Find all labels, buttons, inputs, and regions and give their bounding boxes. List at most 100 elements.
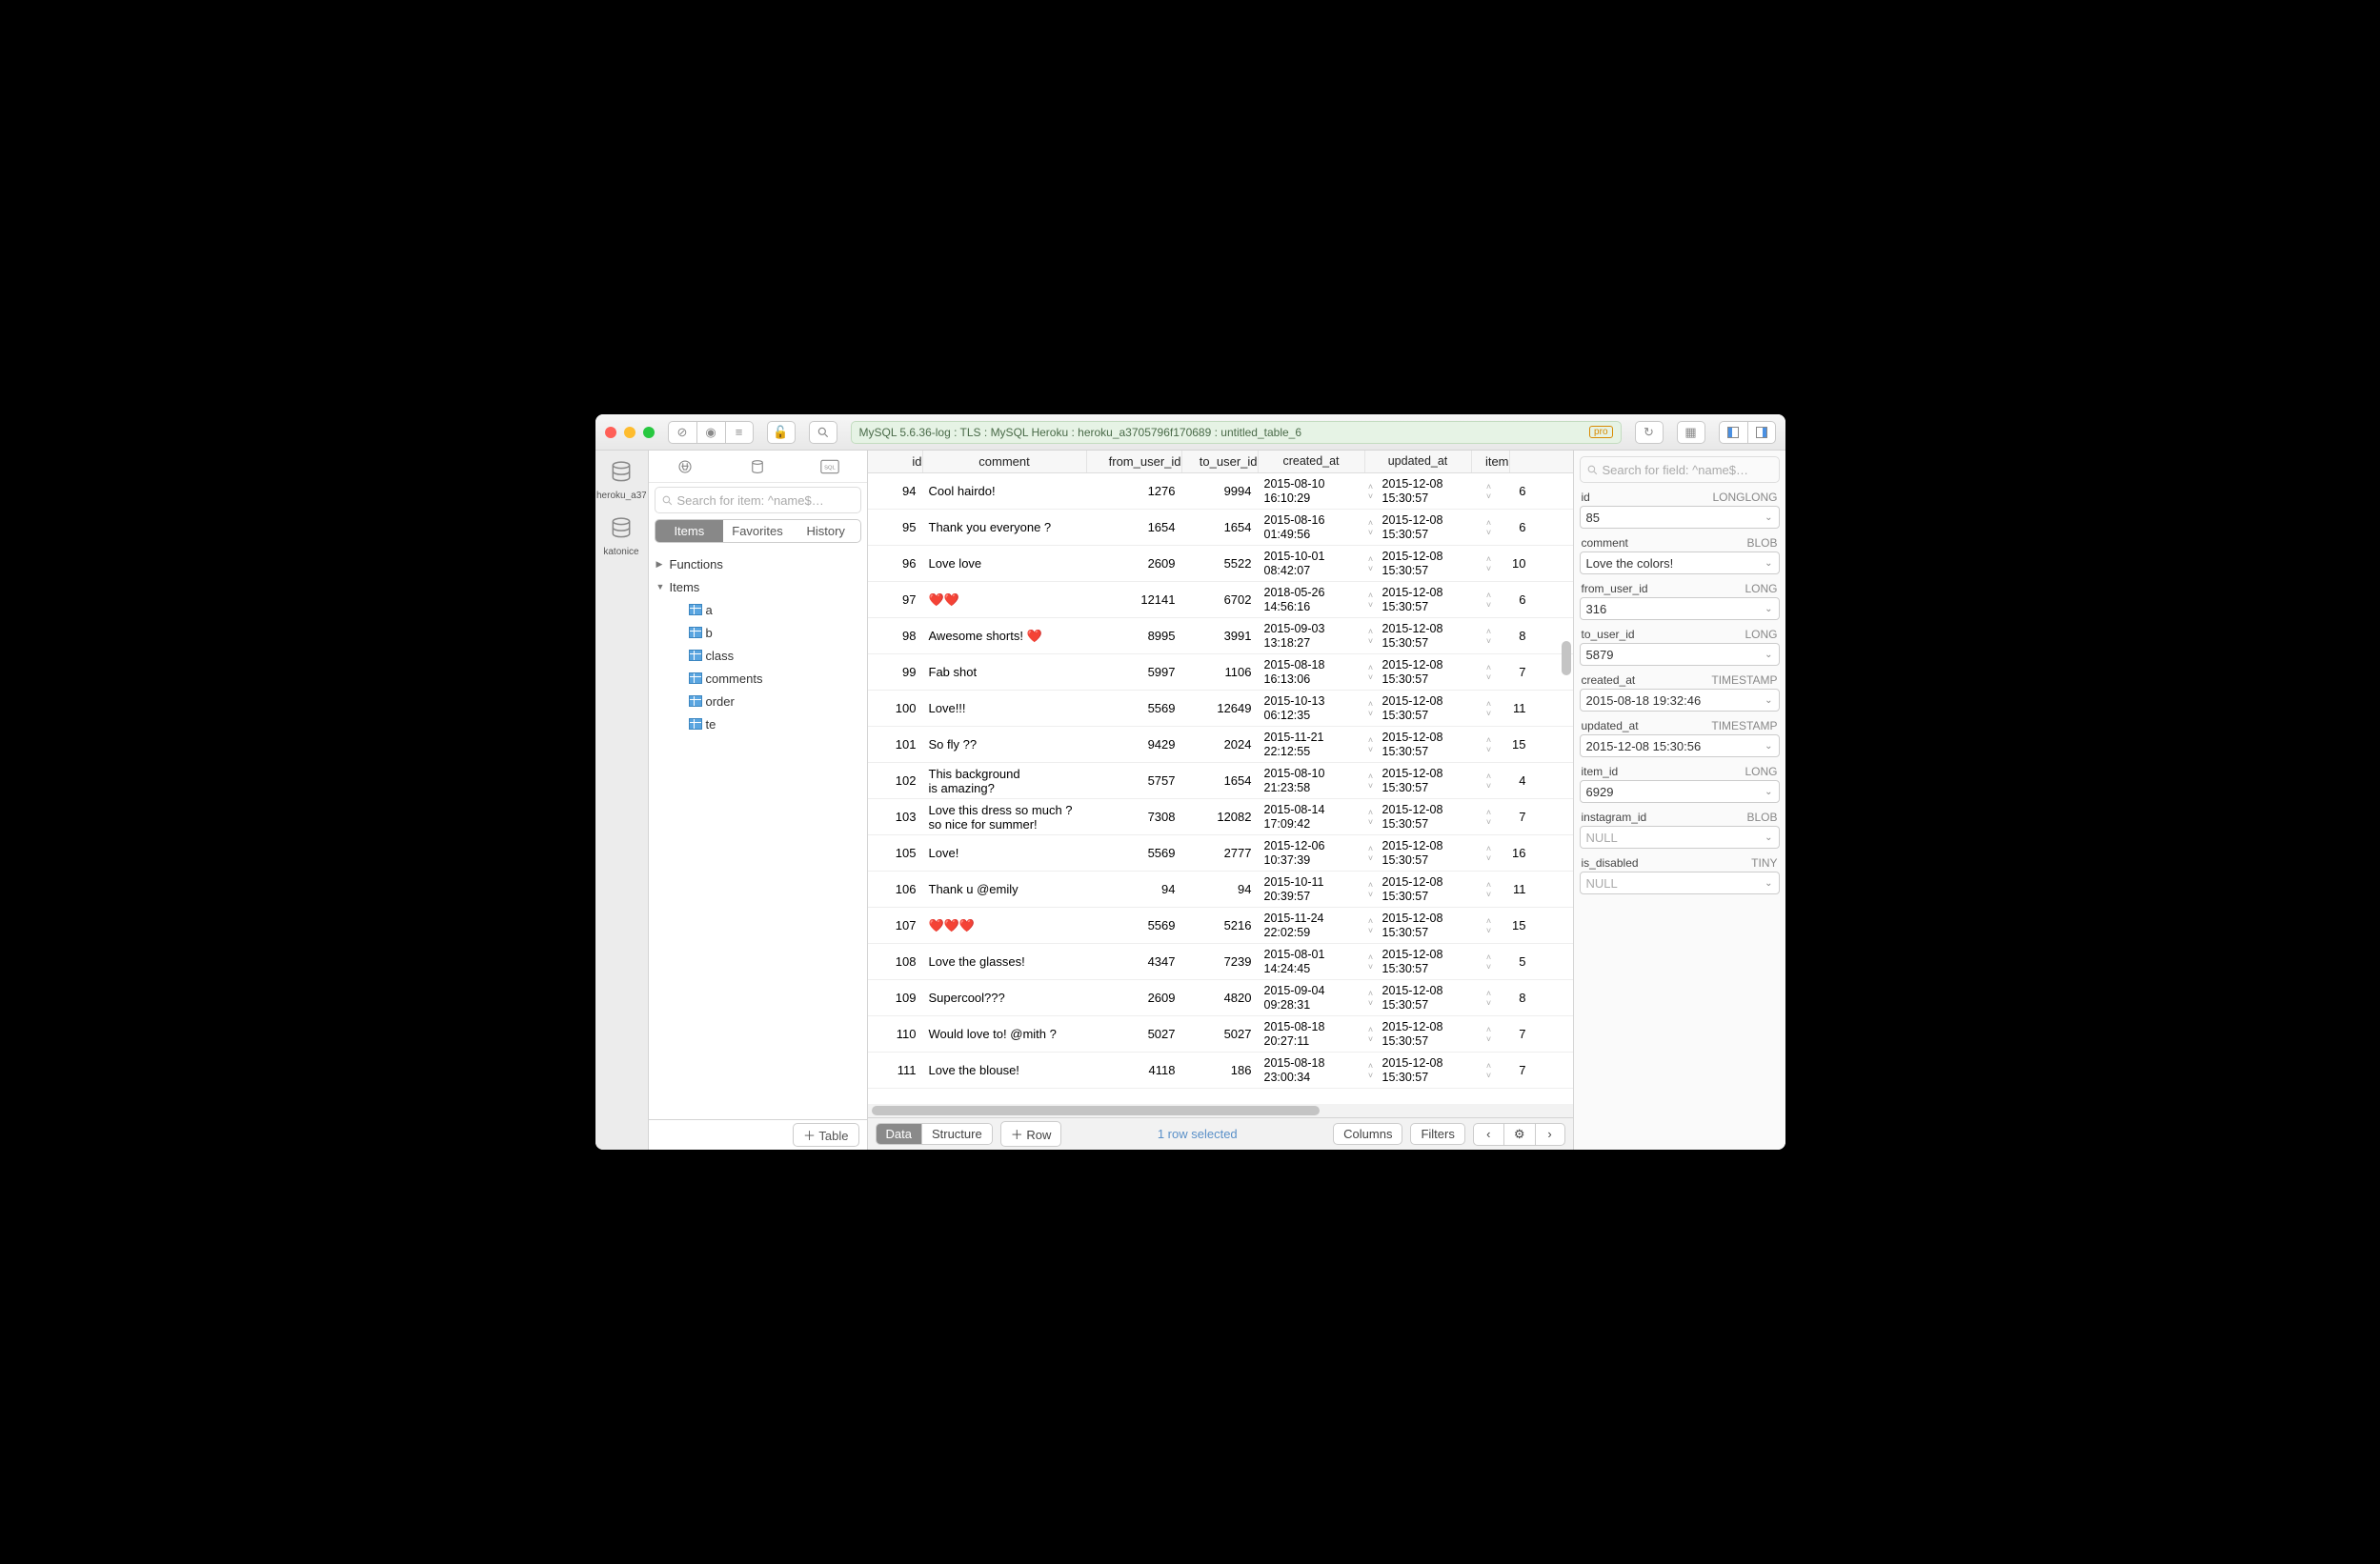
cell-updated[interactable]: 2015-12-08 15:30:57 [1377,872,1483,907]
stepper-icon[interactable]: ˄˅ [1483,546,1495,581]
cell-to[interactable]: 94 [1182,872,1259,907]
refresh-icon[interactable]: ↻ [1635,421,1664,444]
left-panel-toggle[interactable] [1719,421,1747,444]
stepper-icon[interactable]: ˄˅ [1483,872,1495,907]
cell-comment[interactable]: So fly ?? [923,727,1087,762]
database-icon[interactable] [607,458,635,487]
chevron-down-icon[interactable]: ⌄ [1765,695,1772,706]
cell-updated[interactable]: 2015-12-08 15:30:57 [1377,618,1483,653]
cell-item[interactable]: 6 [1495,510,1533,545]
search-item-input[interactable]: Search for item: ^name$… [655,487,861,513]
cell-id[interactable]: 108 [868,944,923,979]
stepper-icon[interactable]: ˄˅ [1483,582,1495,617]
connection-label[interactable]: katonice [596,547,646,557]
cell-updated[interactable]: 2015-12-08 15:30:57 [1377,546,1483,581]
stepper-icon[interactable]: ˄˅ [1365,546,1377,581]
chevron-down-icon[interactable]: ⌄ [1765,741,1772,752]
cell-id[interactable]: 107 [868,908,923,943]
close-window-button[interactable] [605,427,616,438]
cell-updated[interactable]: 2015-12-08 15:30:57 [1377,727,1483,762]
cell-created[interactable]: 2015-11-21 22:12:55 [1259,727,1365,762]
cell-id[interactable]: 98 [868,618,923,653]
stepper-icon[interactable]: ˄˅ [1483,654,1495,690]
cell-id[interactable]: 111 [868,1053,923,1088]
chevron-down-icon[interactable]: ⌄ [1765,558,1772,569]
lock-icon[interactable]: 🔓 [767,421,796,444]
segment-favorites[interactable]: Favorites [723,520,792,542]
cell-to[interactable]: 186 [1182,1053,1259,1088]
cell-from[interactable]: 9429 [1087,727,1182,762]
table-row[interactable]: 101So fly ??942920242015-11-21 22:12:55˄… [868,727,1573,763]
cell-item[interactable]: 11 [1495,872,1533,907]
connection-label[interactable]: heroku_a370579… [596,491,646,501]
cell-id[interactable]: 103 [868,799,923,834]
cell-to[interactable]: 4820 [1182,980,1259,1015]
right-panel-toggle[interactable] [1747,421,1776,444]
cell-to[interactable]: 5027 [1182,1016,1259,1052]
cell-to[interactable]: 12649 [1182,691,1259,726]
cell-item[interactable]: 15 [1495,908,1533,943]
cell-created[interactable]: 2015-08-18 16:13:06 [1259,654,1365,690]
cell-comment[interactable]: Fab shot [923,654,1087,690]
cell-updated[interactable]: 2015-12-08 15:30:57 [1377,980,1483,1015]
cell-item[interactable]: 16 [1495,835,1533,871]
segment-items[interactable]: Items [656,520,724,542]
table-row[interactable]: 105Love!556927772015-12-06 10:37:39˄˅201… [868,835,1573,872]
cell-id[interactable]: 106 [868,872,923,907]
vertical-scrollbar[interactable] [1562,641,1571,675]
sql-icon[interactable]: SQL [818,455,841,478]
cell-created[interactable]: 2018-05-26 14:56:16 [1259,582,1365,617]
cell-created[interactable]: 2015-08-14 17:09:42 [1259,799,1365,834]
stepper-icon[interactable]: ˄˅ [1365,727,1377,762]
stepper-icon[interactable]: ˄˅ [1365,654,1377,690]
cell-updated[interactable]: 2015-12-08 15:30:57 [1377,582,1483,617]
cell-comment[interactable]: Cool hairdo! [923,473,1087,509]
stepper-icon[interactable]: ˄˅ [1365,980,1377,1015]
cell-comment[interactable]: Love this dress so much ? so nice for su… [923,799,1087,834]
cell-id[interactable]: 96 [868,546,923,581]
tree-table-item[interactable]: te [649,712,867,735]
field-value-input[interactable]: NULL⌄ [1580,826,1780,849]
breadcrumb[interactable]: MySQL 5.6.36-log : TLS : MySQL Heroku : … [851,421,1622,444]
list-icon[interactable]: ≡ [725,421,754,444]
tree-table-item[interactable]: class [649,644,867,667]
cell-item[interactable]: 7 [1495,799,1533,834]
stepper-icon[interactable]: ˄˅ [1483,835,1495,871]
table-row[interactable]: 95Thank you everyone ?165416542015-08-16… [868,510,1573,546]
col-header-created[interactable]: created_at [1259,451,1365,472]
prev-page-button[interactable]: ‹ [1473,1123,1503,1146]
cell-to[interactable]: 12082 [1182,799,1259,834]
cell-created[interactable]: 2015-08-10 21:23:58 [1259,763,1365,798]
tree-group-functions[interactable]: ▶Functions [649,552,867,575]
cell-comment[interactable]: Thank u @emily [923,872,1087,907]
stepper-icon[interactable]: ˄˅ [1483,473,1495,509]
stepper-icon[interactable]: ˄˅ [1365,618,1377,653]
chevron-down-icon[interactable]: ⌄ [1765,650,1772,660]
stepper-icon[interactable]: ˄˅ [1365,1016,1377,1052]
table-row[interactable]: 94Cool hairdo!127699942015-08-10 16:10:2… [868,473,1573,510]
table-row[interactable]: 99Fab shot599711062015-08-18 16:13:06˄˅2… [868,654,1573,691]
col-header-id[interactable]: id [868,451,923,472]
stepper-icon[interactable]: ˄˅ [1483,727,1495,762]
cell-comment[interactable]: Thank you everyone ? [923,510,1087,545]
col-header-to[interactable]: to_user_id [1182,451,1259,472]
field-value-input[interactable]: 2015-12-08 15:30:56⌄ [1580,734,1780,757]
chevron-down-icon[interactable]: ⌄ [1765,604,1772,614]
cell-to[interactable]: 2777 [1182,835,1259,871]
zoom-window-button[interactable] [643,427,655,438]
tree-table-item[interactable]: comments [649,667,867,690]
search-icon[interactable] [809,421,837,444]
tab-structure[interactable]: Structure [921,1124,992,1144]
horizontal-scrollbar-track[interactable] [868,1104,1573,1117]
cell-comment[interactable]: Awesome shorts! ❤️ [923,618,1087,653]
cell-from[interactable]: 94 [1087,872,1182,907]
cell-item[interactable]: 10 [1495,546,1533,581]
field-value-input[interactable]: 6929⌄ [1580,780,1780,803]
cell-comment[interactable]: Love! [923,835,1087,871]
cell-to[interactable]: 1654 [1182,510,1259,545]
cell-id[interactable]: 99 [868,654,923,690]
table-row[interactable]: 97❤️❤️1214167022018-05-26 14:56:16˄˅2015… [868,582,1573,618]
tree-group-items[interactable]: ▼Items [649,575,867,598]
database-icon[interactable] [746,455,769,478]
cell-item[interactable]: 7 [1495,654,1533,690]
